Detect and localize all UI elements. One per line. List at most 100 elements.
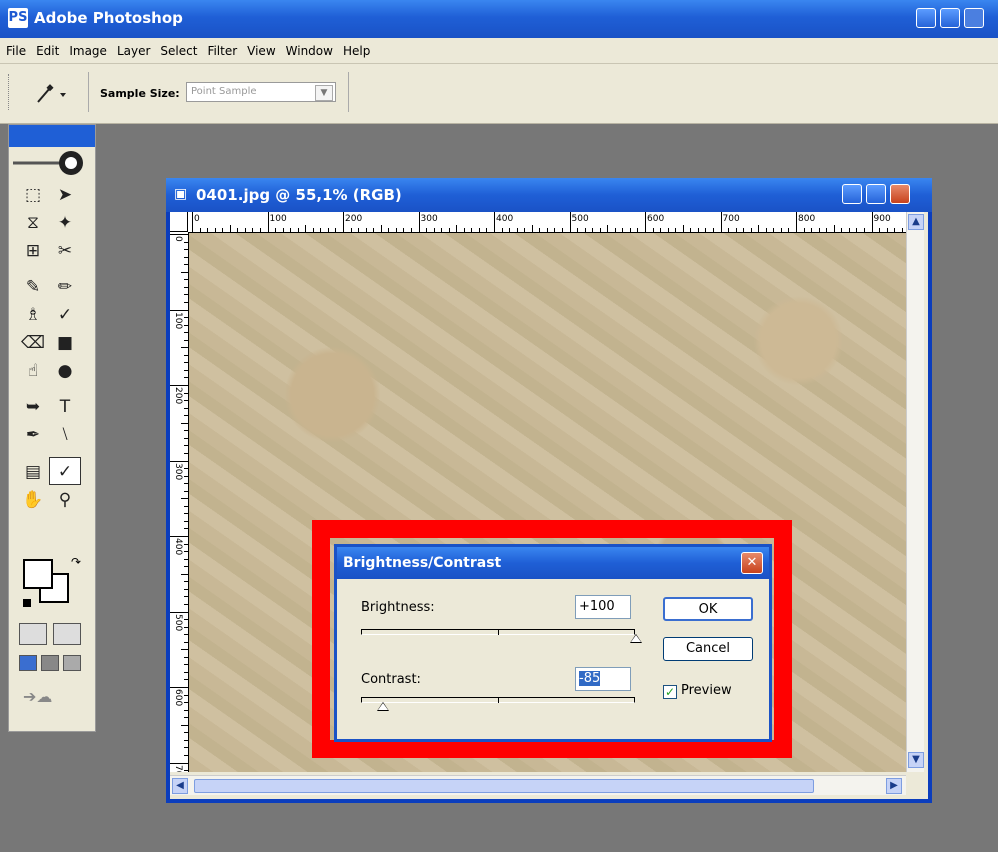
doc-maximize-button[interactable] [866,184,886,204]
toolbox-title-bar[interactable] [9,125,95,147]
full-screen-mode-icon[interactable] [63,655,81,671]
horizontal-scroll-thumb[interactable] [194,779,814,793]
ruler-tick [720,212,722,232]
scroll-left-icon[interactable]: ◀ [172,778,188,794]
menu-edit[interactable]: Edit [36,44,59,58]
top-ruler[interactable]: 0 100 200 300 400 500 600 700 800 900 [188,212,906,233]
marquee-tool-icon[interactable]: ⬚ [17,181,49,209]
crop-tool-icon[interactable]: ⊞ [17,237,49,265]
foreground-color-swatch[interactable] [23,559,53,589]
ok-button[interactable]: OK [663,597,753,621]
gradient-tool-icon[interactable]: ■ [49,329,81,357]
dialog-close-icon[interactable]: ✕ [741,552,763,574]
minimize-button[interactable] [916,8,936,28]
scroll-down-icon[interactable]: ▼ [908,752,924,768]
menu-select[interactable]: Select [160,44,197,58]
ruler-tick [501,228,503,232]
notes-tool-icon[interactable]: ▤ [17,458,49,486]
ruler-tick [181,649,188,651]
menu-view[interactable]: View [247,44,275,58]
full-screen-menu-mode-icon[interactable] [41,655,59,671]
magic-wand-tool-icon[interactable]: ✦ [49,209,81,237]
slice-tool-icon[interactable]: ✂ [49,237,81,265]
scroll-right-icon[interactable]: ▶ [886,778,902,794]
ruler-tick [184,770,188,772]
contrast-input[interactable]: -85 [575,667,631,691]
ruler-tick [170,536,188,537]
zoom-tool-icon[interactable]: ⚲ [49,486,81,514]
line-tool-icon[interactable]: ⧵ [49,421,81,449]
swap-colors-icon[interactable]: ↷ [71,555,81,569]
ruler-tick [448,228,450,232]
ruler-tick [894,228,896,232]
ruler-tick [584,228,586,232]
contrast-label: Contrast: [361,672,421,687]
ruler-tick [841,228,843,232]
contrast-slider-thumb[interactable] [376,702,389,711]
hand-tool-icon[interactable]: ✋ [17,486,49,514]
dialog-title-bar[interactable]: Brightness/Contrast ✕ [337,547,769,579]
healing-brush-tool-icon[interactable]: ✎ [17,273,49,301]
left-ruler[interactable]: 0 100 200 300 400 500 600 700 [170,232,189,772]
standard-screen-mode-icon[interactable] [19,655,37,671]
ruler-tick [780,228,782,232]
menu-window[interactable]: Window [286,44,333,58]
contrast-slider[interactable] [361,697,635,711]
ruler-tick [426,228,428,232]
brightness-input[interactable]: +100 [575,595,631,619]
toolbox-logo-icon[interactable] [9,149,95,177]
ruler-top-label: 100 [269,214,287,224]
ruler-tick [184,656,188,658]
contrast-input-value: -85 [579,671,601,686]
ruler-tick [229,225,231,232]
vertical-scrollbar[interactable]: ▲ ▼ [906,212,924,772]
scroll-up-icon[interactable]: ▲ [908,214,924,230]
eraser-tool-icon[interactable]: ⌫ [17,329,49,357]
maximize-button[interactable] [940,8,960,28]
brightness-slider[interactable] [361,629,642,643]
type-tool-icon[interactable]: T [49,393,81,421]
menu-layer[interactable]: Layer [117,44,150,58]
ruler-tick [184,641,188,643]
ruler-tick [170,762,188,764]
default-colors-icon[interactable] [23,599,31,607]
preview-checkbox[interactable]: ✓ [663,685,677,699]
horizontal-scrollbar[interactable]: ◀ ▶ [170,775,906,795]
eyedropper-icon[interactable] [32,82,66,104]
doc-minimize-button[interactable] [842,184,862,204]
ruler-tick [184,747,188,749]
ruler-tick [181,498,188,500]
history-brush-tool-icon[interactable]: ✓ [49,301,81,329]
ruler-tick [554,228,556,232]
menu-file[interactable]: File [6,44,26,58]
dodge-tool-icon[interactable]: ● [49,357,81,385]
pen-tool-icon[interactable]: ✒ [17,421,49,449]
menu-filter[interactable]: Filter [207,44,237,58]
cancel-button[interactable]: Cancel [663,637,753,661]
close-button[interactable] [964,8,984,28]
document-title-bar[interactable]: ▣ 0401.jpg @ 55,1% (RGB) [166,178,932,212]
chevron-down-icon[interactable]: ▼ [315,85,333,101]
eyedropper-tool-icon[interactable]: ✓ [49,457,81,485]
ruler-tick [184,468,188,470]
blur-tool-icon[interactable]: ☝ [17,357,49,385]
ruler-tick [863,228,865,232]
lasso-tool-icon[interactable]: ⧖ [17,209,49,237]
standard-mode-icon[interactable] [19,623,47,645]
ruler-corner[interactable] [170,212,188,232]
ruler-tick [645,212,646,232]
jump-to-imageready-icon[interactable]: ➔☁ [23,687,52,706]
ruler-tick [184,702,188,704]
brush-tool-icon[interactable]: ✏ [49,273,81,301]
move-tool-icon[interactable]: ➤ [49,181,81,209]
doc-close-button[interactable] [890,184,910,204]
options-bar-grip[interactable] [8,74,12,110]
brightness-slider-thumb[interactable] [630,634,642,643]
ruler-tick [599,228,601,232]
clone-stamp-tool-icon[interactable]: ♗ [17,301,49,329]
path-selection-tool-icon[interactable]: ➥ [17,393,49,421]
menu-image[interactable]: Image [69,44,107,58]
sample-size-select[interactable]: Point Sample ▼ [186,82,336,102]
quick-mask-mode-icon[interactable] [53,623,81,645]
menu-help[interactable]: Help [343,44,370,58]
